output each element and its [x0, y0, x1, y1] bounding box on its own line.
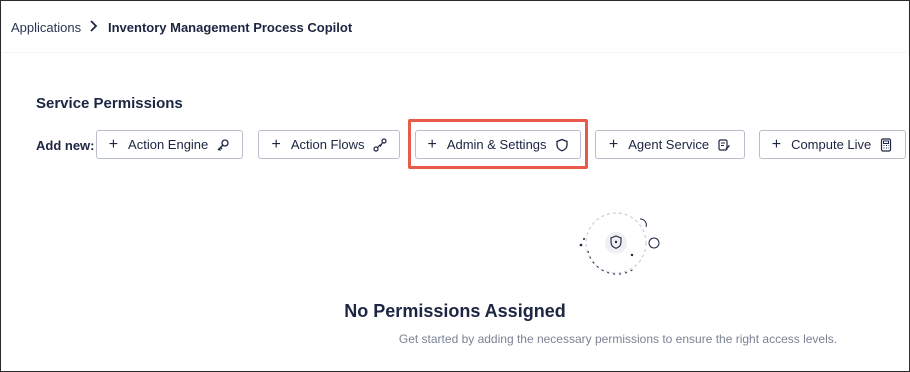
section-title: Service Permissions — [36, 95, 183, 112]
key-icon — [216, 138, 230, 152]
empty-state-title: No Permissions Assigned — [344, 301, 566, 321]
button-label: Compute Live — [791, 137, 872, 152]
breadcrumb-applications-link[interactable]: Applications — [11, 20, 81, 35]
app-frame: Applications Inventory Management Proces… — [0, 0, 910, 372]
plus-icon: + — [608, 135, 619, 153]
button-label: Action Engine — [128, 137, 209, 152]
calculator-icon — [879, 137, 893, 152]
add-agent-service-button[interactable]: + Agent Service — [595, 130, 745, 159]
add-compute-live-button[interactable]: + Compute Live — [759, 130, 906, 159]
add-action-engine-button[interactable]: + Action Engine — [96, 130, 243, 159]
empty-state-description: Get started by adding the necessary perm… — [398, 332, 838, 346]
plus-icon: + — [271, 135, 281, 153]
plus-icon: + — [771, 135, 782, 153]
button-label: Action Flows — [290, 137, 365, 152]
top-bar: Applications Inventory Management Proces… — [2, 2, 908, 52]
main-content: Service Permissions Add new: + Action En… — [2, 53, 908, 371]
highlight-box — [408, 119, 588, 169]
add-new-label: Add new: — [36, 138, 95, 153]
button-label: Agent Service — [628, 137, 710, 152]
empty-state-illustration — [579, 212, 660, 275]
chevron-right-icon — [90, 20, 98, 32]
add-action-flows-button[interactable]: + Action Flows — [258, 130, 400, 159]
plus-icon: + — [108, 135, 119, 153]
breadcrumb-current: Inventory Management Process Copilot — [108, 20, 353, 35]
flow-icon — [372, 137, 387, 152]
agent-icon — [717, 138, 731, 152]
